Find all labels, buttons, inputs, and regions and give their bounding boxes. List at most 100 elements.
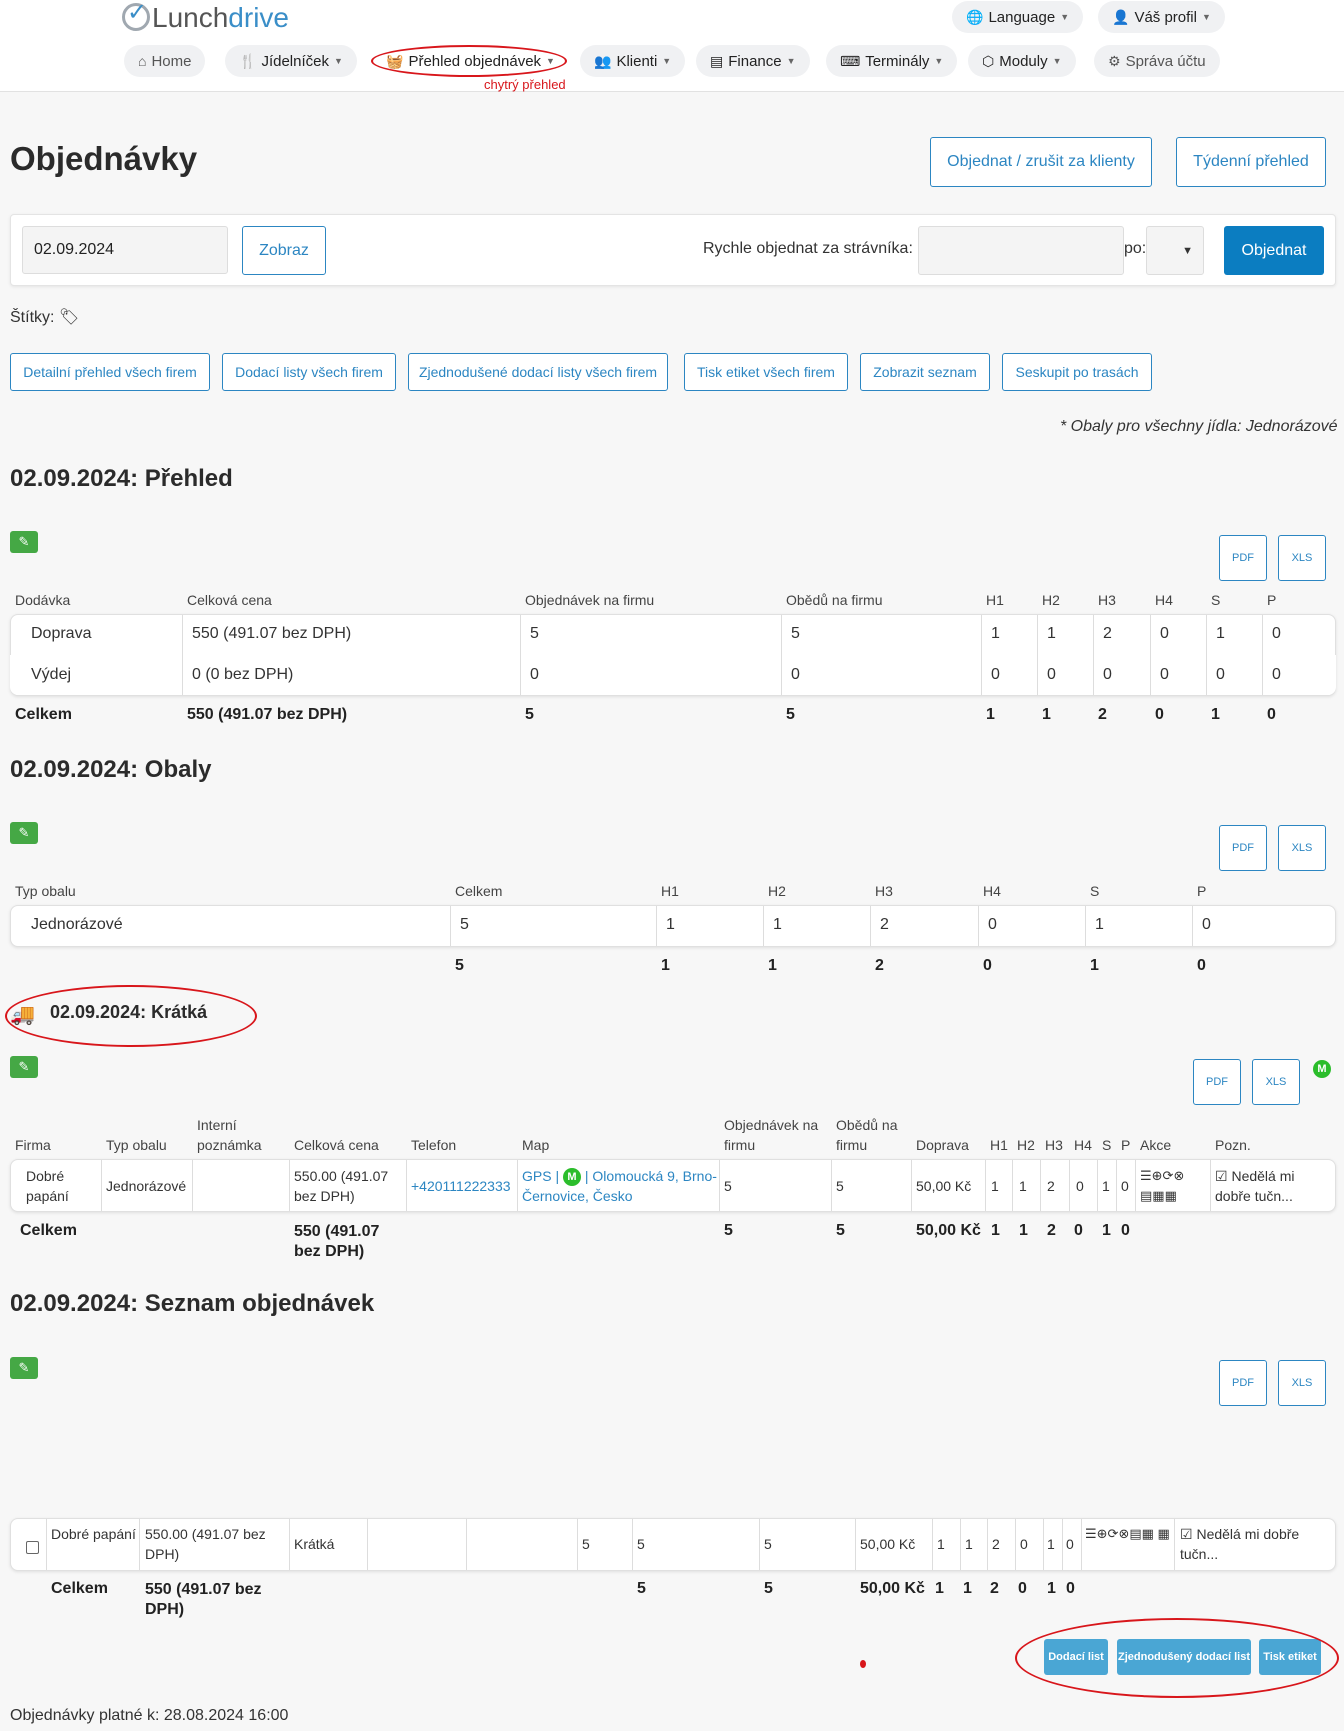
cell: 1	[1095, 916, 1104, 933]
orders-valid-until: Objednávky platné k: 28.08.2024 16:00	[10, 1707, 289, 1724]
delivery-notes-button[interactable]: Dodací listy všech firem	[222, 353, 396, 391]
cell: 2	[880, 916, 889, 933]
divider	[577, 1519, 578, 1570]
divider	[1150, 615, 1151, 695]
annotation-text: chytrý přehled	[484, 77, 566, 92]
gps-link[interactable]: GPS	[522, 1168, 552, 1184]
divider	[1116, 1160, 1117, 1211]
total-cell: 1	[991, 1222, 1000, 1239]
edit-note-icon[interactable]: ☑	[1215, 1168, 1228, 1184]
nav-finance[interactable]: ▤ Finance ▼	[696, 45, 810, 77]
home-icon: ⌂	[138, 53, 147, 69]
col-header: H3	[1045, 1137, 1063, 1153]
total-cell: 550 (491.07 bez DPH)	[187, 706, 348, 723]
print-labels-button[interactable]: Tisk etiket všech firem	[684, 353, 848, 391]
total-cell: 0	[1074, 1222, 1083, 1239]
phone-link[interactable]: +420111222333	[411, 1176, 511, 1196]
cell: 1	[1102, 1178, 1110, 1194]
action-icons[interactable]: ☰⊕⟳⊗▤▦ ▦	[1085, 1524, 1173, 1544]
cash-register-icon: ▤	[710, 53, 724, 69]
detailed-overview-button[interactable]: Detailní přehled všech firem	[10, 353, 210, 391]
simplified-delivery-notes-button[interactable]: Zjednodušené dodací listy všech firem	[408, 353, 668, 391]
cell: 0 (0 bez DPH)	[192, 666, 294, 683]
packaging-note: * Obaly pro všechny jídla: Jednorázové	[1060, 418, 1338, 435]
cell: 0	[1121, 1178, 1129, 1194]
caret-down-icon: ▼	[786, 56, 796, 66]
divider	[1097, 1160, 1098, 1211]
cell: 5	[460, 916, 469, 933]
order-for-clients-button[interactable]: Objednat / zrušit za klienty	[930, 137, 1152, 187]
page-title: Objednávky	[10, 140, 198, 177]
pencil-icon[interactable]: ✎	[10, 1357, 38, 1379]
pencil-icon[interactable]: ✎	[10, 822, 38, 844]
m-badge-icon[interactable]: M	[563, 1168, 581, 1186]
col-header: Akce	[1140, 1137, 1172, 1153]
cell: 2	[1047, 1178, 1055, 1194]
nav-orders-overview[interactable]: 🧺 Přehled objednávek ▼	[372, 45, 569, 77]
order-button[interactable]: Objednat	[1224, 226, 1324, 275]
show-button[interactable]: Zobraz	[242, 226, 326, 275]
edit-note-icon[interactable]: ☑	[1180, 1526, 1193, 1542]
tag-icon[interactable]: 🏷	[59, 309, 79, 326]
divider	[1069, 1160, 1070, 1211]
divider	[960, 1519, 961, 1570]
nav-menu[interactable]: 🍴 Jídelníček ▼	[225, 45, 357, 77]
print-labels-button[interactable]: Tisk etiket	[1259, 1639, 1321, 1675]
language-dropdown[interactable]: 🌐 Language ▼	[952, 1, 1084, 33]
weekly-overview-button[interactable]: Týdenní přehled	[1176, 137, 1326, 187]
col-header: S	[1211, 592, 1221, 608]
col-header: H2	[1042, 592, 1060, 608]
cell: 5	[637, 1536, 645, 1552]
xls-button[interactable]: XLS	[1278, 535, 1326, 581]
cell: 1	[991, 625, 1000, 642]
basket-icon: 🧺	[386, 53, 404, 69]
profile-dropdown[interactable]: 👤 Váš profil ▼	[1098, 1, 1225, 33]
nav-modules[interactable]: ⬡ Moduly ▼	[968, 45, 1076, 77]
pdf-button[interactable]: PDF	[1219, 825, 1267, 871]
po-select[interactable]: ▼	[1146, 226, 1204, 275]
pdf-button[interactable]: PDF	[1219, 1360, 1267, 1406]
pdf-button[interactable]: PDF	[1193, 1059, 1241, 1105]
logo[interactable]: Lunchdrive	[122, 0, 289, 34]
divider	[1174, 1519, 1175, 1570]
col-header: H3	[1098, 592, 1116, 608]
divider	[781, 615, 782, 695]
col-header: H1	[986, 592, 1004, 608]
cell: 0	[1216, 666, 1225, 683]
m-badge-icon[interactable]: M	[1313, 1060, 1331, 1078]
divider	[870, 906, 871, 946]
caret-down-icon: ▼	[1201, 12, 1211, 22]
col-header: H1	[990, 1137, 1008, 1153]
simplified-delivery-note-button[interactable]: Zjednodušený dodací list	[1117, 1639, 1251, 1675]
col-header: H2	[1017, 1137, 1035, 1153]
delivery-note-button[interactable]: Dodací list	[1044, 1639, 1108, 1675]
nav-terminals[interactable]: ⌨ Terminály ▼	[826, 45, 958, 77]
total-cell: 5	[786, 706, 795, 723]
total-cell: 2	[1098, 706, 1107, 723]
col-header: S	[1090, 883, 1100, 899]
total-cell: 1	[1102, 1222, 1111, 1239]
caret-down-icon: ▼	[1060, 12, 1070, 22]
nav-clients[interactable]: 👥 Klienti ▼	[580, 45, 686, 77]
col-header: P	[1121, 1137, 1131, 1153]
xls-button[interactable]: XLS	[1278, 825, 1326, 871]
xls-button[interactable]: XLS	[1278, 1360, 1326, 1406]
divider	[367, 1519, 368, 1570]
row-checkbox[interactable]	[26, 1541, 39, 1554]
total-cell: 1	[986, 706, 995, 723]
date-input[interactable]: 02.09.2024	[22, 226, 228, 274]
address-link[interactable]: Olomoucká 9, Brno-Černovice, Česko	[522, 1168, 717, 1204]
nav-home[interactable]: ⌂ Home	[124, 45, 206, 77]
pencil-icon[interactable]: ✎	[10, 1056, 38, 1078]
quick-order-input[interactable]	[918, 226, 1124, 275]
cell: 2	[1103, 625, 1112, 642]
total-cell: 550 (491.07 bez DPH)	[145, 1581, 262, 1618]
pdf-button[interactable]: PDF	[1219, 535, 1267, 581]
pencil-icon[interactable]: ✎	[10, 531, 38, 553]
xls-button[interactable]: XLS	[1252, 1059, 1300, 1105]
show-list-button[interactable]: Zobrazit seznam	[860, 353, 990, 391]
group-by-routes-button[interactable]: Seskupit po trasách	[1002, 353, 1152, 391]
action-icons[interactable]: ☰⊕⟳⊗ ▤▦▦	[1140, 1166, 1208, 1206]
nav-account-settings[interactable]: ⚙ Správa účtu	[1094, 45, 1220, 77]
total-cell: 0	[1018, 1580, 1027, 1597]
